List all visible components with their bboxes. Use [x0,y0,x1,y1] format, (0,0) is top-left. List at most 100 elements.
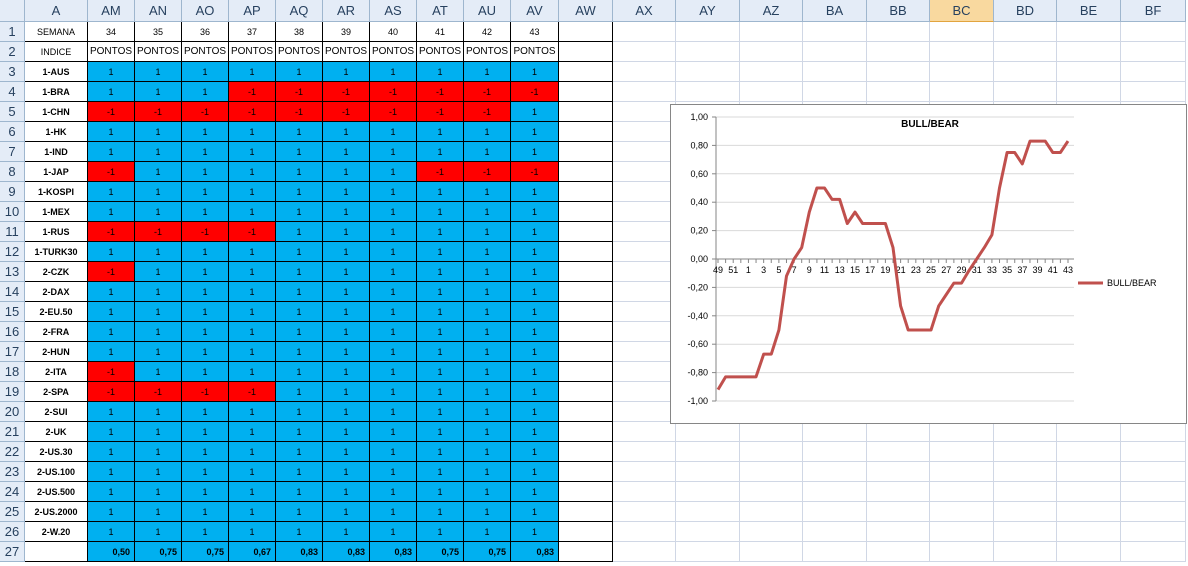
bull-value-cell[interactable]: 1 [417,342,464,362]
empty-cell[interactable] [559,142,613,162]
grid-cell[interactable] [930,442,994,462]
grid-cell[interactable] [613,102,676,122]
bull-value-cell[interactable]: 1 [276,222,323,242]
grid-cell[interactable] [867,542,930,562]
bull-value-cell[interactable]: 1 [276,282,323,302]
grid-cell[interactable] [613,542,676,562]
index-name-cell[interactable]: 2-SUI [25,402,88,422]
bear-value-cell[interactable]: -1 [370,102,417,122]
grid-cell[interactable] [930,462,994,482]
grid-cell[interactable] [740,42,803,62]
grid-cell[interactable] [676,542,740,562]
bull-value-cell[interactable]: 1 [88,62,135,82]
bull-value-cell[interactable]: 1 [135,422,182,442]
empty-cell[interactable] [559,382,613,402]
bull-value-cell[interactable]: 1 [182,462,229,482]
bull-value-cell[interactable]: 1 [276,122,323,142]
bull-value-cell[interactable]: 1 [135,362,182,382]
grid-cell[interactable] [613,302,676,322]
bull-value-cell[interactable]: 1 [135,62,182,82]
index-name-cell[interactable]: 2-CZK [25,262,88,282]
pontos-header-cell[interactable]: PONTOS [88,42,135,62]
bull-value-cell[interactable]: 1 [370,482,417,502]
week-number-cell[interactable]: 38 [276,22,323,42]
grid-cell[interactable] [613,22,676,42]
bear-value-cell[interactable]: -1 [182,222,229,242]
bull-value-cell[interactable]: 1 [229,142,276,162]
bear-value-cell[interactable]: -1 [135,102,182,122]
bull-value-cell[interactable]: 1 [464,362,511,382]
grid-cell[interactable] [740,522,803,542]
grid-cell[interactable] [803,542,867,562]
bull-value-cell[interactable]: 1 [229,202,276,222]
bull-value-cell[interactable]: 1 [511,222,559,242]
empty-cell[interactable] [559,42,613,62]
bull-value-cell[interactable]: 1 [417,142,464,162]
index-name-cell[interactable]: 2-US.100 [25,462,88,482]
bull-value-cell[interactable]: 1 [417,62,464,82]
grid-cell[interactable] [1057,522,1121,542]
bear-value-cell[interactable]: -1 [276,82,323,102]
pontos-header-cell[interactable]: PONTOS [464,42,511,62]
bull-value-cell[interactable]: 1 [88,202,135,222]
grid-cell[interactable] [613,342,676,362]
bear-value-cell[interactable]: -1 [88,162,135,182]
pontos-header-cell[interactable]: PONTOS [323,42,370,62]
bull-value-cell[interactable]: 1 [511,262,559,282]
week-number-cell[interactable]: 41 [417,22,464,42]
grid-cell[interactable] [930,22,994,42]
bull-value-cell[interactable]: 1 [323,242,370,262]
bull-value-cell[interactable]: 1 [182,62,229,82]
bull-value-cell[interactable]: 1 [135,502,182,522]
bull-value-cell[interactable]: 1 [88,242,135,262]
empty-cell[interactable] [559,462,613,482]
grid-cell[interactable] [740,462,803,482]
grid-cell[interactable] [1057,502,1121,522]
bull-value-cell[interactable]: 1 [182,322,229,342]
bull-value-cell[interactable]: 1 [276,322,323,342]
bull-value-cell[interactable]: 1 [370,362,417,382]
grid-cell[interactable] [1121,22,1186,42]
grid-cell[interactable] [867,22,930,42]
bull-value-cell[interactable]: 1 [511,342,559,362]
bull-value-cell[interactable]: 1 [464,122,511,142]
grid-cell[interactable] [676,502,740,522]
empty-cell[interactable] [559,522,613,542]
bull-value-cell[interactable]: 1 [276,422,323,442]
indice-label[interactable]: INDICE [25,42,88,62]
week-number-cell[interactable]: 35 [135,22,182,42]
bull-value-cell[interactable]: 1 [323,342,370,362]
index-name-cell[interactable]: 2-US.30 [25,442,88,462]
grid-cell[interactable] [930,542,994,562]
index-name-cell[interactable]: 1-KOSPI [25,182,88,202]
bull-value-cell[interactable]: 1 [88,462,135,482]
grid-cell[interactable] [1121,502,1186,522]
bull-value-cell[interactable]: 1 [511,182,559,202]
bull-value-cell[interactable]: 1 [464,522,511,542]
grid-cell[interactable] [676,22,740,42]
grid-cell[interactable] [803,22,867,42]
bull-value-cell[interactable]: 1 [276,482,323,502]
bull-value-cell[interactable]: 1 [276,342,323,362]
grid-cell[interactable] [676,42,740,62]
bull-value-cell[interactable]: 1 [229,162,276,182]
bull-value-cell[interactable]: 1 [276,442,323,462]
grid-cell[interactable] [1121,442,1186,462]
bull-value-cell[interactable]: 1 [417,362,464,382]
grid-cell[interactable] [803,422,867,442]
total-value-cell[interactable]: 0,67 [229,542,276,562]
grid-cell[interactable] [867,442,930,462]
grid-cell[interactable] [994,422,1057,442]
grid-cell[interactable] [613,282,676,302]
grid-cell[interactable] [740,442,803,462]
empty-cell[interactable] [559,442,613,462]
bear-value-cell[interactable]: -1 [417,82,464,102]
total-value-cell[interactable]: 0,75 [135,542,182,562]
grid-cell[interactable] [613,122,676,142]
grid-cell[interactable] [1057,42,1121,62]
grid-cell[interactable] [613,322,676,342]
bull-value-cell[interactable]: 1 [417,442,464,462]
bull-value-cell[interactable]: 1 [182,302,229,322]
bear-value-cell[interactable]: -1 [135,382,182,402]
grid-cell[interactable] [867,522,930,542]
